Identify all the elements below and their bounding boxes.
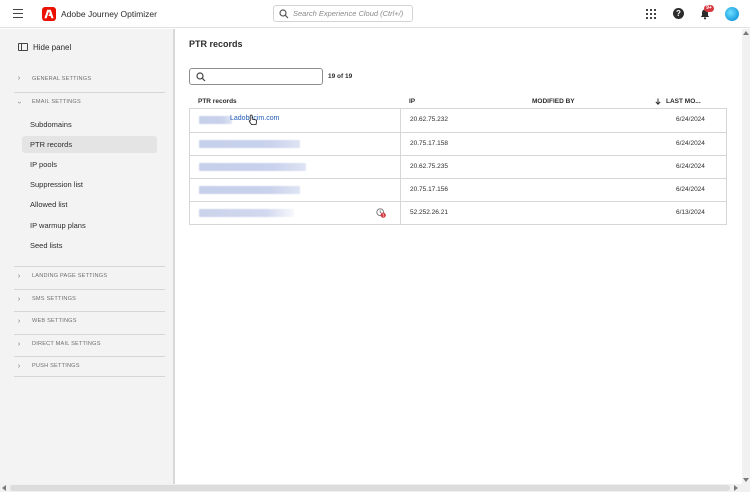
- scroll-right-arrow[interactable]: [734, 485, 738, 491]
- sidebar-item-subdomains[interactable]: Subdomains: [22, 116, 157, 133]
- sidebar-item-label: Suppression list: [30, 180, 83, 189]
- sidebar-divider: [14, 376, 165, 377]
- search-icon: [196, 72, 206, 82]
- sidebar-item-label: Seed lists: [30, 241, 63, 250]
- redacted-text: [199, 186, 300, 194]
- sidebar-item-label: IP warmup plans: [30, 221, 86, 230]
- chevron-down-icon: ›: [15, 100, 23, 104]
- last-modified-cell: 6/24/2024: [676, 140, 705, 147]
- redacted-text: [199, 116, 232, 124]
- top-bar: Adobe Journey Optimizer ? 9+: [0, 0, 750, 28]
- sidebar-item-allowed-list[interactable]: Allowed list: [22, 196, 157, 213]
- last-modified-cell: 6/13/2024: [676, 209, 705, 216]
- chevron-right-icon: ›: [17, 317, 21, 325]
- adobe-logo-icon[interactable]: [42, 7, 56, 21]
- scroll-left-arrow[interactable]: [2, 485, 6, 491]
- column-divider: [400, 109, 401, 132]
- table-row[interactable]: 20.75.17.158 6/24/2024: [190, 132, 726, 155]
- section-label: DIRECT MAIL SETTINGS: [32, 341, 101, 347]
- scroll-up-arrow[interactable]: [743, 31, 749, 35]
- redacted-text: [199, 140, 300, 148]
- section-push-settings[interactable]: › PUSH SETTINGS: [14, 356, 165, 375]
- column-divider: [400, 202, 401, 224]
- section-web-settings[interactable]: › WEB SETTINGS: [14, 311, 165, 330]
- hand-cursor-icon: [248, 114, 258, 125]
- table-search[interactable]: [189, 68, 323, 85]
- ip-cell: 52.252.26.21: [410, 209, 448, 216]
- hamburger-icon[interactable]: [13, 9, 23, 18]
- sidebar-item-ip-pools[interactable]: IP pools: [22, 156, 157, 173]
- chevron-right-icon: ›: [17, 295, 21, 303]
- hide-panel-label: Hide panel: [33, 42, 72, 52]
- section-sms-settings[interactable]: › SMS SETTINGS: [14, 289, 165, 308]
- record-count: 19 of 19: [328, 73, 353, 80]
- scrollbar-thumb[interactable]: [10, 485, 730, 491]
- redacted-text: [199, 163, 306, 171]
- vertical-scrollbar[interactable]: [742, 29, 750, 484]
- chevron-right-icon: ›: [17, 362, 21, 370]
- last-modified-cell: 6/24/2024: [676, 116, 705, 123]
- column-divider: [400, 156, 401, 178]
- table-row[interactable]: 52.252.26.21 6/13/2024: [190, 201, 726, 224]
- section-general-settings[interactable]: › GENERAL SETTINGS: [14, 69, 165, 88]
- global-search-input[interactable]: [293, 8, 408, 19]
- column-divider: [400, 133, 401, 155]
- sidebar-item-label: PTR records: [30, 140, 73, 149]
- table-body: Ladobecim.com 20.62.75.232 6/24/2024 20.…: [189, 109, 727, 225]
- global-search[interactable]: [273, 5, 413, 22]
- notification-badge: 9+: [704, 5, 714, 12]
- sidebar-item-suppression-list[interactable]: Suppression list: [22, 176, 157, 193]
- section-label: LANDING PAGE SETTINGS: [32, 273, 108, 279]
- redacted-text: [199, 209, 294, 217]
- app-title[interactable]: Adobe Journey Optimizer: [61, 9, 157, 19]
- arrow-down-icon[interactable]: [655, 98, 661, 105]
- sidebar-item-label: Subdomains: [30, 120, 72, 129]
- ip-cell: 20.62.75.235: [410, 163, 448, 170]
- section-email-settings[interactable]: › EMAIL SETTINGS: [14, 92, 165, 111]
- main-content: PTR records 19 of 19 PTR records IP MODI…: [177, 29, 742, 484]
- hide-panel-button[interactable]: Hide panel: [18, 41, 71, 53]
- chevron-right-icon: ›: [17, 340, 21, 348]
- section-landing-page-settings[interactable]: › LANDING PAGE SETTINGS: [14, 266, 165, 285]
- column-divider: [400, 179, 401, 201]
- user-avatar[interactable]: [725, 7, 739, 21]
- last-modified-cell: 6/24/2024: [676, 186, 705, 193]
- ip-cell: 20.62.75.232: [410, 116, 448, 123]
- table-search-input[interactable]: [210, 71, 318, 82]
- section-label: GENERAL SETTINGS: [32, 75, 92, 82]
- column-header-ip[interactable]: IP: [409, 98, 415, 105]
- ip-cell: 20.75.17.158: [410, 140, 448, 147]
- section-label: PUSH SETTINGS: [32, 363, 80, 369]
- column-header-last-modified[interactable]: LAST MO...: [666, 98, 701, 105]
- last-modified-cell: 6/24/2024: [676, 163, 705, 170]
- sidebar-item-label: IP pools: [30, 160, 57, 169]
- sidebar-item-ptr-records[interactable]: PTR records: [22, 136, 157, 153]
- table-header: PTR records IP MODIFIED BY LAST MO...: [189, 96, 727, 109]
- chevron-right-icon: ›: [17, 272, 21, 280]
- column-header-modified-by[interactable]: MODIFIED BY: [532, 98, 575, 105]
- panel-icon: [18, 43, 28, 51]
- ptr-records-table: PTR records IP MODIFIED BY LAST MO... La…: [189, 96, 727, 225]
- settings-sidebar: Hide panel › GENERAL SETTINGS › EMAIL SE…: [0, 29, 175, 484]
- scroll-down-arrow[interactable]: [743, 478, 749, 482]
- section-label: WEB SETTINGS: [32, 318, 77, 324]
- section-label: SMS SETTINGS: [32, 296, 77, 302]
- help-icon[interactable]: ?: [673, 8, 684, 19]
- chevron-right-icon: ›: [17, 75, 21, 82]
- app-grid-icon[interactable]: [646, 9, 656, 19]
- ip-cell: 20.75.17.156: [410, 186, 448, 193]
- section-direct-mail-settings[interactable]: › DIRECT MAIL SETTINGS: [14, 334, 165, 353]
- table-row[interactable]: Ladobecim.com 20.62.75.232 6/24/2024: [190, 109, 726, 132]
- warning-icon[interactable]: [376, 208, 386, 218]
- horizontal-scrollbar[interactable]: [0, 484, 750, 492]
- table-row[interactable]: 20.62.75.235 6/24/2024: [190, 155, 726, 178]
- sidebar-item-label: Allowed list: [30, 200, 68, 209]
- column-header-ptr-records[interactable]: PTR records: [198, 98, 237, 105]
- page-title: PTR records: [189, 39, 243, 49]
- search-icon: [279, 9, 289, 19]
- section-label: EMAIL SETTINGS: [32, 99, 81, 105]
- sidebar-item-ip-warmup-plans[interactable]: IP warmup plans: [22, 217, 157, 234]
- sidebar-item-seed-lists[interactable]: Seed lists: [22, 237, 157, 254]
- table-row[interactable]: 20.75.17.156 6/24/2024: [190, 178, 726, 201]
